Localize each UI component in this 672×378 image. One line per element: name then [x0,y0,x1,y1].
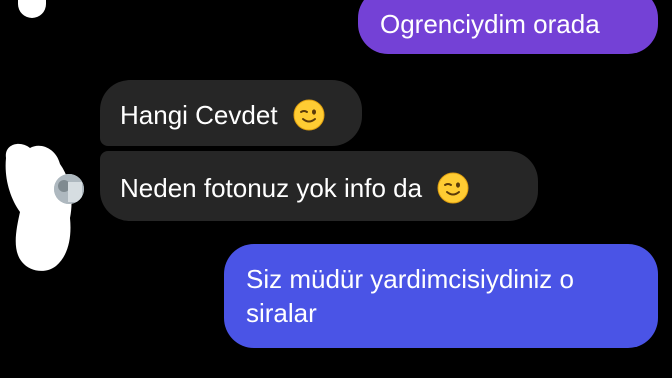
redaction-mark-top [18,0,46,18]
message-text: Neden fotonuz yok info da [120,173,423,204]
message-text: Hangi Cevdet [120,100,278,131]
redaction-mark-left [5,143,72,271]
message-bubble-outgoing[interactable]: Ogrenciydim orada [358,0,658,54]
message-text: Ogrenciydim orada [380,9,600,40]
contact-avatar[interactable] [54,174,84,204]
winking-face-icon [437,172,469,204]
avatar-photo-icon [54,174,84,204]
message-text: Siz müdür yardimcisiydiniz o siralar [246,264,574,328]
message-bubble-incoming[interactable]: Neden fotonuz yok info da [100,151,538,221]
message-bubble-incoming[interactable]: Hangi Cevdet [100,80,362,146]
winking-face-icon [293,99,325,131]
message-bubble-outgoing[interactable]: Siz müdür yardimcisiydiniz o siralar [224,244,658,348]
